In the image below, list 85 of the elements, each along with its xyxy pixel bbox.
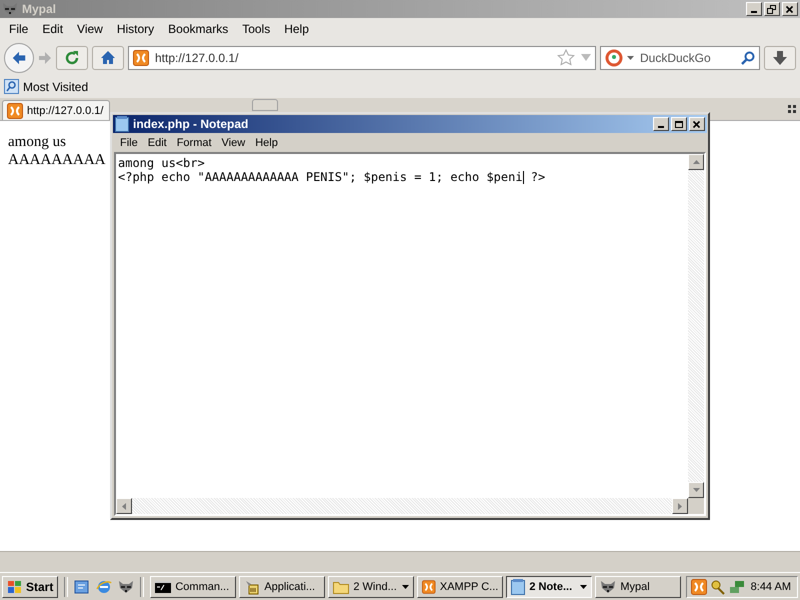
maximize-icon	[674, 120, 684, 128]
xampp-icon	[422, 578, 436, 594]
home-icon	[100, 50, 116, 66]
installer-icon	[244, 578, 260, 594]
menu-item[interactable]: Format	[172, 136, 217, 150]
minimize-button[interactable]	[653, 117, 669, 131]
taskbar-button[interactable]: Comman...	[150, 576, 236, 598]
window-title: Mypal	[22, 2, 56, 16]
caret-icon	[402, 584, 410, 588]
raccoon-icon	[118, 580, 134, 594]
caret-icon[interactable]	[627, 56, 634, 60]
menu-item[interactable]: View	[216, 136, 250, 150]
download-arrow-icon	[773, 50, 787, 64]
left-arrow-icon	[122, 502, 126, 510]
download-button[interactable]	[764, 46, 796, 70]
page-text: among us	[8, 133, 66, 151]
horizontal-scrollbar[interactable]	[116, 498, 688, 514]
menu-item[interactable]: File	[2, 20, 36, 38]
tab-icon	[7, 102, 23, 118]
browser-tab[interactable]: http://127.0.0.1/	[2, 100, 110, 120]
console-icon	[155, 580, 172, 592]
minimize-button[interactable]	[746, 2, 762, 16]
url-text: http://127.0.0.1/	[155, 50, 240, 64]
tab-list-icon[interactable]	[788, 105, 796, 113]
menu-item[interactable]: Help	[277, 20, 316, 38]
taskbar-button[interactable]: 2 Note...	[506, 576, 592, 598]
home-button[interactable]	[92, 46, 124, 70]
window-title: index.php - Notepad	[133, 117, 248, 131]
maximize-button[interactable]	[671, 117, 687, 131]
browser-icon[interactable]	[96, 578, 112, 594]
address-bar[interactable]: http://127.0.0.1/	[128, 46, 596, 70]
star-icon[interactable]	[557, 49, 575, 66]
menu-item[interactable]: Bookmarks	[161, 20, 236, 38]
desktop-icon[interactable]	[74, 578, 90, 594]
taskbar-button[interactable]: Applicati...	[239, 576, 326, 598]
folder-icon	[333, 580, 350, 594]
clock: 8:44 AM	[750, 580, 791, 592]
resize-grip[interactable]	[688, 498, 704, 514]
search-icon[interactable]	[741, 50, 755, 64]
vertical-scrollbar[interactable]	[688, 154, 704, 498]
taskbar-button[interactable]: 2 Wind...	[328, 576, 414, 598]
scroll-up-button[interactable]	[688, 154, 704, 170]
search-field[interactable]: DuckDuckGo	[600, 46, 760, 70]
notepad-icon	[115, 116, 129, 132]
scroll-right-button[interactable]	[672, 498, 688, 514]
menu-item[interactable]: Help	[250, 136, 283, 150]
taskbar-button[interactable]: Mypal	[595, 576, 682, 598]
minimize-icon	[658, 126, 664, 128]
close-icon	[692, 120, 702, 128]
reload-icon	[64, 50, 80, 66]
caret-icon	[580, 584, 588, 588]
close-button[interactable]	[782, 2, 798, 16]
taskbar-button[interactable]: XAMPP C...	[417, 576, 504, 598]
menu-item[interactable]: Edit	[142, 136, 172, 150]
notepad-icon	[511, 578, 526, 594]
reload-button[interactable]	[56, 46, 88, 70]
flag-icon	[7, 580, 23, 594]
menu-item[interactable]: Edit	[35, 20, 70, 38]
close-button[interactable]	[689, 117, 705, 131]
text-line: <?php echo "AAAAAAAAAAAAA PENIS"; $penis = 1; echo $peni ?>	[118, 170, 546, 184]
scroll-left-button[interactable]	[116, 498, 132, 514]
scroll-down-button[interactable]	[688, 482, 704, 498]
down-arrow-icon	[692, 488, 700, 492]
menu-item[interactable]: View	[70, 20, 110, 38]
restore-icon	[767, 4, 777, 14]
page-text: AAAAAAAAA	[8, 151, 106, 169]
site-icon	[133, 50, 149, 66]
start-button[interactable]: Start	[2, 576, 58, 598]
tray-xampp-icon	[691, 578, 707, 594]
up-arrow-icon	[692, 160, 700, 164]
text-line: among us<br>	[118, 156, 205, 170]
bookmark-item[interactable]: Most Visited	[4, 79, 88, 94]
back-arrow-icon	[11, 50, 27, 66]
menu-item[interactable]: History	[110, 20, 162, 38]
restore-button[interactable]	[764, 2, 780, 16]
menu-item[interactable]: Tools	[235, 20, 278, 38]
app-icon	[2, 2, 18, 16]
bookmark-icon	[4, 79, 19, 94]
minimize-icon	[751, 10, 757, 12]
raccoon-icon	[600, 580, 616, 594]
back-button[interactable]	[4, 42, 34, 72]
tray-network-icon[interactable]	[729, 578, 745, 594]
menu-item[interactable]: File	[115, 136, 143, 150]
close-icon	[785, 4, 795, 14]
right-arrow-icon	[678, 502, 682, 510]
